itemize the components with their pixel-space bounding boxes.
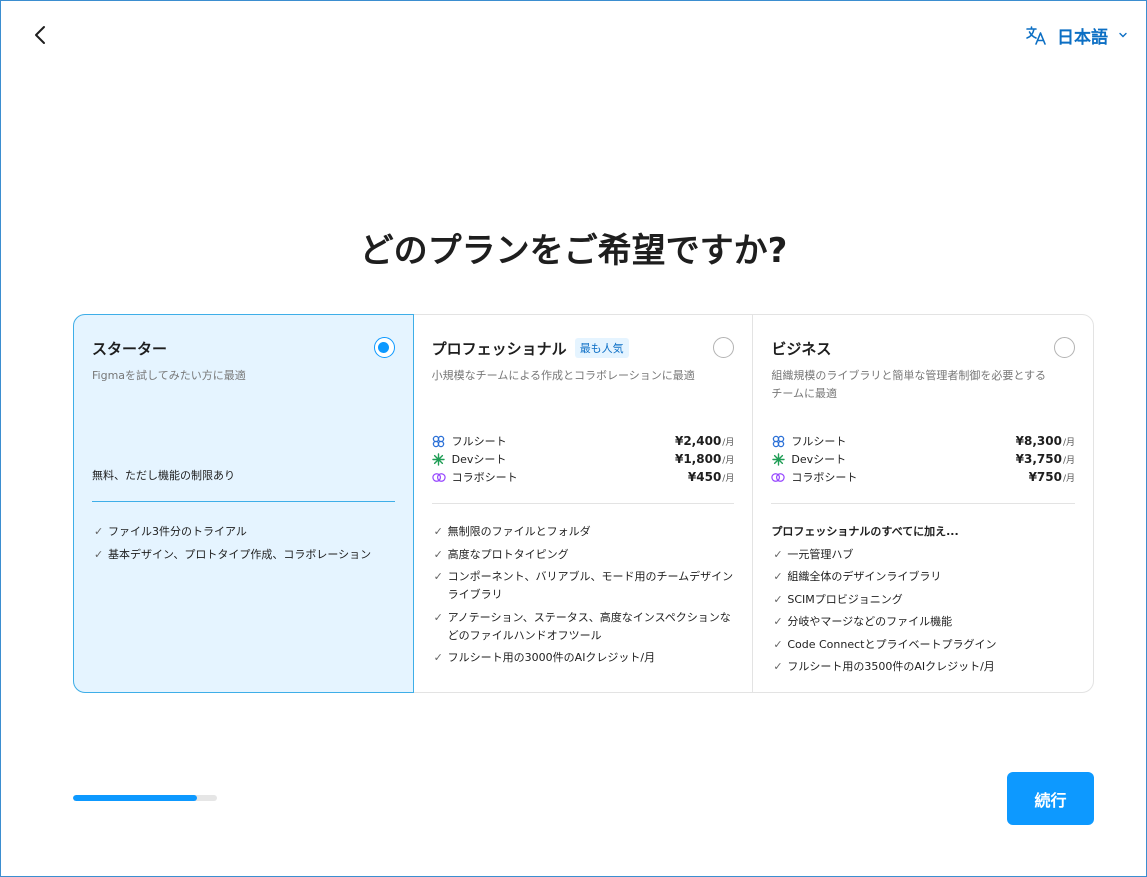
price-value: ¥2,400 bbox=[674, 434, 722, 448]
price-unit: /月 bbox=[1062, 474, 1076, 484]
dev-seat-icon bbox=[432, 452, 446, 466]
seat-price-list: フルシート ¥8,300/月 Devシート ¥3,750/月 コラボシート ¥7… bbox=[771, 432, 1075, 486]
feature-item: アノテーション、ステータス、高度なインスペクションなどのファイルハンドオフツール bbox=[432, 609, 739, 645]
feature-item: SCIMプロビジョニング bbox=[771, 591, 1079, 609]
price-unit: /月 bbox=[722, 456, 735, 466]
plan-name: プロフェッショナル bbox=[431, 339, 567, 358]
seat-price: ¥1,800/月 bbox=[675, 452, 734, 466]
feature-item: 高度なプロトタイピング bbox=[432, 546, 739, 564]
feature-item: 無制限のファイルとフォルダ bbox=[432, 523, 739, 541]
feature-item: 組織全体のデザインライブラリ bbox=[771, 568, 1079, 586]
plan-card-professional[interactable]: プロフェッショナル 最も人気 小規模なチームによる作成とコラボレーションに最適 … bbox=[414, 315, 754, 692]
price-value: ¥750 bbox=[1028, 470, 1062, 484]
plan-description: 小規模なチームによる作成とコラボレーションに最適 bbox=[431, 369, 695, 382]
feature-item: フルシート用の3500件のAIクレジット/月 bbox=[771, 658, 1079, 676]
collab-seat-icon bbox=[771, 470, 786, 484]
feature-list: プロフェッショナルのすべてに加え... 一元管理ハブ 組織全体のデザインライブラ… bbox=[771, 523, 1079, 681]
seat-row-collab: コラボシート ¥750/月 bbox=[771, 468, 1075, 486]
feature-item: フルシート用の3000件のAIクレジット/月 bbox=[432, 649, 739, 667]
plan-options: スターター Figmaを試してみたい方に最適 無料、ただし機能の制限あり ファイ… bbox=[73, 314, 1094, 693]
seat-price: ¥750/月 bbox=[1029, 470, 1075, 484]
feature-list: ファイル3件分のトライアル 基本デザイン、プロトタイプ作成、コラボレーション bbox=[92, 523, 399, 568]
dev-seat-icon bbox=[771, 452, 785, 466]
feature-list: 無制限のファイルとフォルダ 高度なプロトタイピング コンポーネント、バリアブル、… bbox=[432, 523, 739, 672]
dialog-frame: 日本語 どのプランをご希望ですか? スターター Figmaを試してみたい方に最適… bbox=[0, 0, 1147, 877]
plan-radio-business[interactable] bbox=[1054, 337, 1076, 358]
divider bbox=[92, 501, 395, 502]
seat-name: Devシート bbox=[791, 453, 847, 466]
seat-name: フルシート bbox=[451, 435, 507, 448]
seat-price: ¥2,400/月 bbox=[675, 434, 734, 448]
seat-price: ¥450/月 bbox=[688, 470, 734, 484]
price-unit: /月 bbox=[722, 474, 735, 484]
feature-item: 分岐やマージなどのファイル機能 bbox=[771, 613, 1079, 631]
seat-row-collab: コラボシート ¥450/月 bbox=[431, 468, 734, 486]
full-seat-icon bbox=[771, 434, 785, 448]
feature-item: コンポーネント、バリアブル、モード用のチームデザインライブラリ bbox=[432, 568, 739, 604]
plan-name-row: プロフェッショナル 最も人気 bbox=[432, 337, 735, 359]
language-selector[interactable]: 日本語 bbox=[1025, 21, 1128, 49]
plan-description: Figmaを試してみたい方に最適 bbox=[92, 369, 246, 382]
seat-row-dev: Devシート ¥1,800/月 bbox=[432, 450, 734, 468]
divider bbox=[431, 503, 735, 504]
back-button[interactable] bbox=[25, 19, 57, 51]
page-title: どのプランをご希望ですか? bbox=[359, 231, 788, 271]
free-note: 無料、ただし機能の制限あり bbox=[92, 469, 235, 482]
seat-row-full: フルシート ¥2,400/月 bbox=[432, 432, 734, 450]
plan-name: スターター bbox=[92, 339, 168, 358]
seat-name: フルシート bbox=[791, 435, 847, 448]
progress-fill bbox=[73, 795, 197, 801]
plan-card-starter[interactable]: スターター Figmaを試してみたい方に最適 無料、ただし機能の制限あり ファイ… bbox=[73, 314, 414, 693]
plan-name: ビジネス bbox=[771, 339, 832, 358]
plan-card-business[interactable]: ビジネス 組織規模のライブラリと簡単な管理者制御を必要とするチームに最適 フルシ… bbox=[753, 315, 1093, 692]
progress-bar bbox=[73, 795, 217, 801]
seat-row-full: フルシート ¥8,300/月 bbox=[771, 432, 1075, 450]
seat-price: ¥8,300/月 bbox=[1016, 434, 1075, 448]
language-label: 日本語 bbox=[1057, 27, 1108, 48]
seat-price-list: フルシート ¥2,400/月 Devシート ¥1,800/月 コラボシート ¥4… bbox=[431, 432, 734, 486]
chevron-left-icon bbox=[35, 26, 45, 44]
price-unit: /月 bbox=[1062, 438, 1076, 448]
full-seat-icon bbox=[432, 434, 446, 448]
feature-item: 基本デザイン、プロトタイプ作成、コラボレーション bbox=[92, 546, 399, 564]
divider bbox=[771, 503, 1076, 504]
price-value: ¥3,750 bbox=[1015, 452, 1062, 466]
feature-item: Code Connectとプライベートプラグイン bbox=[771, 636, 1079, 654]
continue-button[interactable]: 続行 bbox=[1007, 772, 1094, 825]
collab-seat-icon bbox=[431, 470, 446, 484]
plan-description: 組織規模のライブラリと簡単な管理者制御を必要とするチームに最適 bbox=[771, 369, 1047, 400]
chevron-down-icon bbox=[1119, 32, 1127, 38]
translate-icon bbox=[1026, 26, 1046, 45]
seat-name: コラボシート bbox=[451, 471, 518, 484]
seat-name: コラボシート bbox=[791, 471, 858, 484]
feature-heading: プロフェッショナルのすべてに加え... bbox=[771, 525, 959, 538]
price-unit: /月 bbox=[1062, 456, 1076, 466]
seat-row-dev: Devシート ¥3,750/月 bbox=[771, 450, 1075, 468]
plan-radio-starter[interactable] bbox=[373, 337, 395, 358]
feature-item: ファイル3件分のトライアル bbox=[92, 523, 399, 541]
popular-badge: 最も人気 bbox=[574, 338, 629, 358]
price-value: ¥450 bbox=[687, 470, 722, 484]
feature-item: 一元管理ハブ bbox=[771, 546, 1079, 564]
price-unit: /月 bbox=[722, 438, 735, 448]
price-value: ¥1,800 bbox=[674, 452, 722, 466]
seat-name: Devシート bbox=[451, 453, 507, 466]
price-value: ¥8,300 bbox=[1015, 434, 1062, 448]
seat-price: ¥3,750/月 bbox=[1016, 452, 1075, 466]
